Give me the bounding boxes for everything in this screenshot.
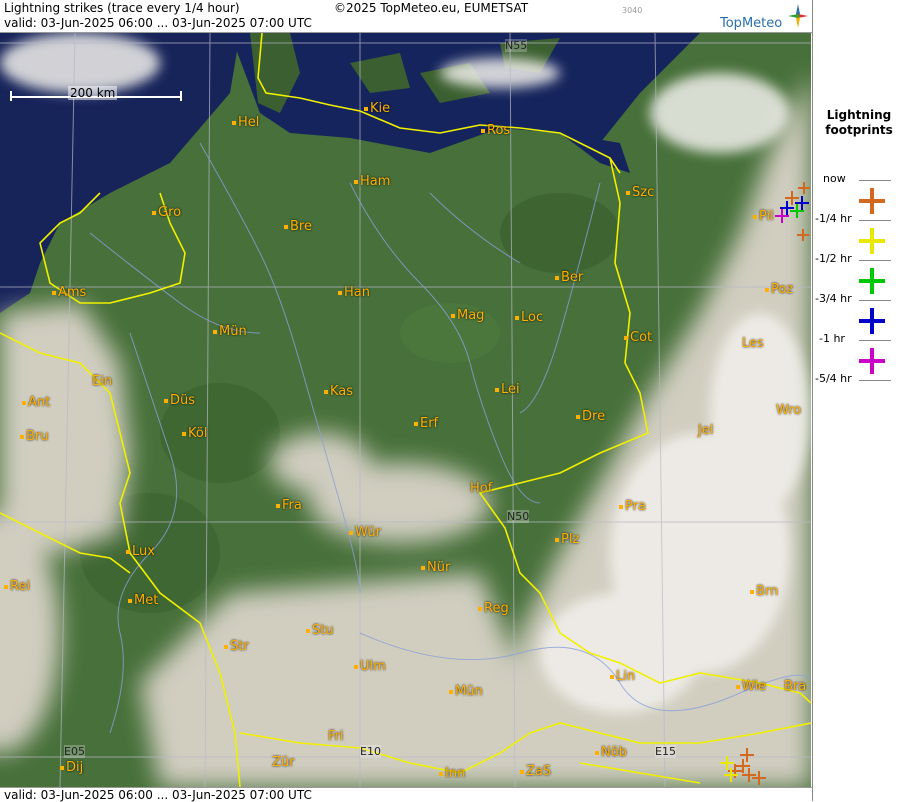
city-label: Str: [224, 639, 249, 654]
city-label: Inn: [439, 766, 465, 781]
footer-valid-time: valid: 03-Jun-2025 06:00 ... 03-Jun-2025…: [4, 788, 312, 802]
valid-time: valid: 03-Jun-2025 06:00 ... 03-Jun-2025…: [4, 16, 312, 30]
city-label: Loc: [515, 310, 543, 325]
city-label: Fra: [276, 498, 302, 513]
city-label: Met: [128, 593, 158, 608]
city-label: Szc: [626, 185, 654, 200]
city-label: Rei: [4, 579, 30, 594]
city-label: Les: [742, 336, 764, 351]
city-label: Hel: [232, 115, 259, 130]
city-label: Wie: [736, 679, 766, 694]
satellite-map[interactable]: 200 km N55 N50 E05 E10 E15 Hel Kie Ros H…: [0, 33, 811, 787]
grid-label-e10: E10: [360, 745, 381, 758]
city-label: Ams: [52, 285, 86, 300]
city-label: Dij: [60, 760, 83, 775]
map-canvas: [0, 33, 811, 787]
compass-star-icon: [788, 4, 808, 28]
city-label: Reg: [478, 601, 509, 616]
city-label: Nür: [421, 560, 450, 575]
city-label: Kie: [364, 101, 390, 116]
city-label: Wür: [349, 525, 381, 540]
city-label: Stu: [306, 623, 334, 638]
grid-label-e05: E05: [64, 745, 85, 758]
city-label: Ros: [481, 123, 510, 138]
grid-label-n55: N55: [505, 39, 528, 52]
city-label: Mün: [449, 684, 483, 699]
city-label: Lei: [495, 382, 520, 397]
legend-row-three-quarter: -3/4 hr: [813, 292, 904, 334]
topmeteo-logo: TopMeteo: [700, 4, 810, 31]
legend-row-half: -1/2 hr: [813, 252, 904, 294]
city-label: Bru: [20, 429, 49, 444]
city-label: Brn: [750, 584, 778, 599]
city-label: Bra: [784, 679, 807, 694]
logo-text: TopMeteo: [720, 16, 783, 31]
city-label: Lin: [610, 669, 635, 684]
city-label: Ant: [22, 395, 50, 410]
map-title: Lightning strikes (trace every 1/4 hour): [4, 1, 240, 15]
legend-row-hour: -1 hr: [813, 332, 904, 374]
legend-title: Lightning footprints: [825, 108, 893, 137]
city-label: Pil: [753, 209, 774, 224]
header-bar: Lightning strikes (trace every 1/4 hour)…: [0, 0, 812, 33]
city-label: Han: [338, 285, 370, 300]
legend-row-now: now: [813, 172, 904, 214]
city-label: Lux: [126, 544, 155, 559]
city-label: Ham: [354, 174, 390, 189]
city-label: ZaS: [520, 764, 551, 779]
city-label: Ein: [92, 374, 113, 389]
city-label: Kas: [324, 384, 353, 399]
city-label: Mün: [213, 324, 247, 339]
legend-row-quarter: -1/4 hr: [813, 212, 904, 254]
product-code: 3040: [622, 6, 643, 15]
city-label: Poz: [765, 282, 793, 297]
city-label: Plz: [555, 532, 579, 547]
city-label: Zür: [272, 755, 295, 770]
city-label: Erf: [414, 416, 438, 431]
city-label: Fri: [328, 729, 344, 744]
legend-row-five-quarter: -5/4 hr: [813, 372, 904, 412]
grid-label-n50: N50: [507, 510, 530, 523]
city-label: Wro: [776, 403, 802, 418]
city-label: Pra: [619, 499, 646, 514]
city-label: Ulm: [354, 659, 386, 674]
city-label: Köl: [182, 426, 207, 441]
city-label: Hof: [470, 481, 493, 496]
city-label: Gro: [152, 205, 181, 220]
city-label: Mag: [451, 308, 484, 323]
city-label: Cot: [624, 330, 652, 345]
scale-label: 200 km: [68, 86, 118, 100]
lightning-legend: Lightning footprints now -1/4 hr -1/2 hr…: [812, 0, 904, 801]
city-label: Nöb: [595, 745, 627, 760]
scale-bar: 200 km: [10, 86, 182, 103]
city-label: Düs: [164, 393, 195, 408]
city-label: Ber: [555, 270, 583, 285]
footer-bar: valid: 03-Jun-2025 06:00 ... 03-Jun-2025…: [0, 787, 812, 802]
city-label: Jel: [698, 423, 714, 438]
city-label: Bre: [284, 219, 312, 234]
city-label: Dre: [576, 409, 605, 424]
copyright: ©2025 TopMeteo.eu, EUMETSAT: [334, 1, 529, 15]
grid-label-e15: E15: [655, 745, 676, 758]
